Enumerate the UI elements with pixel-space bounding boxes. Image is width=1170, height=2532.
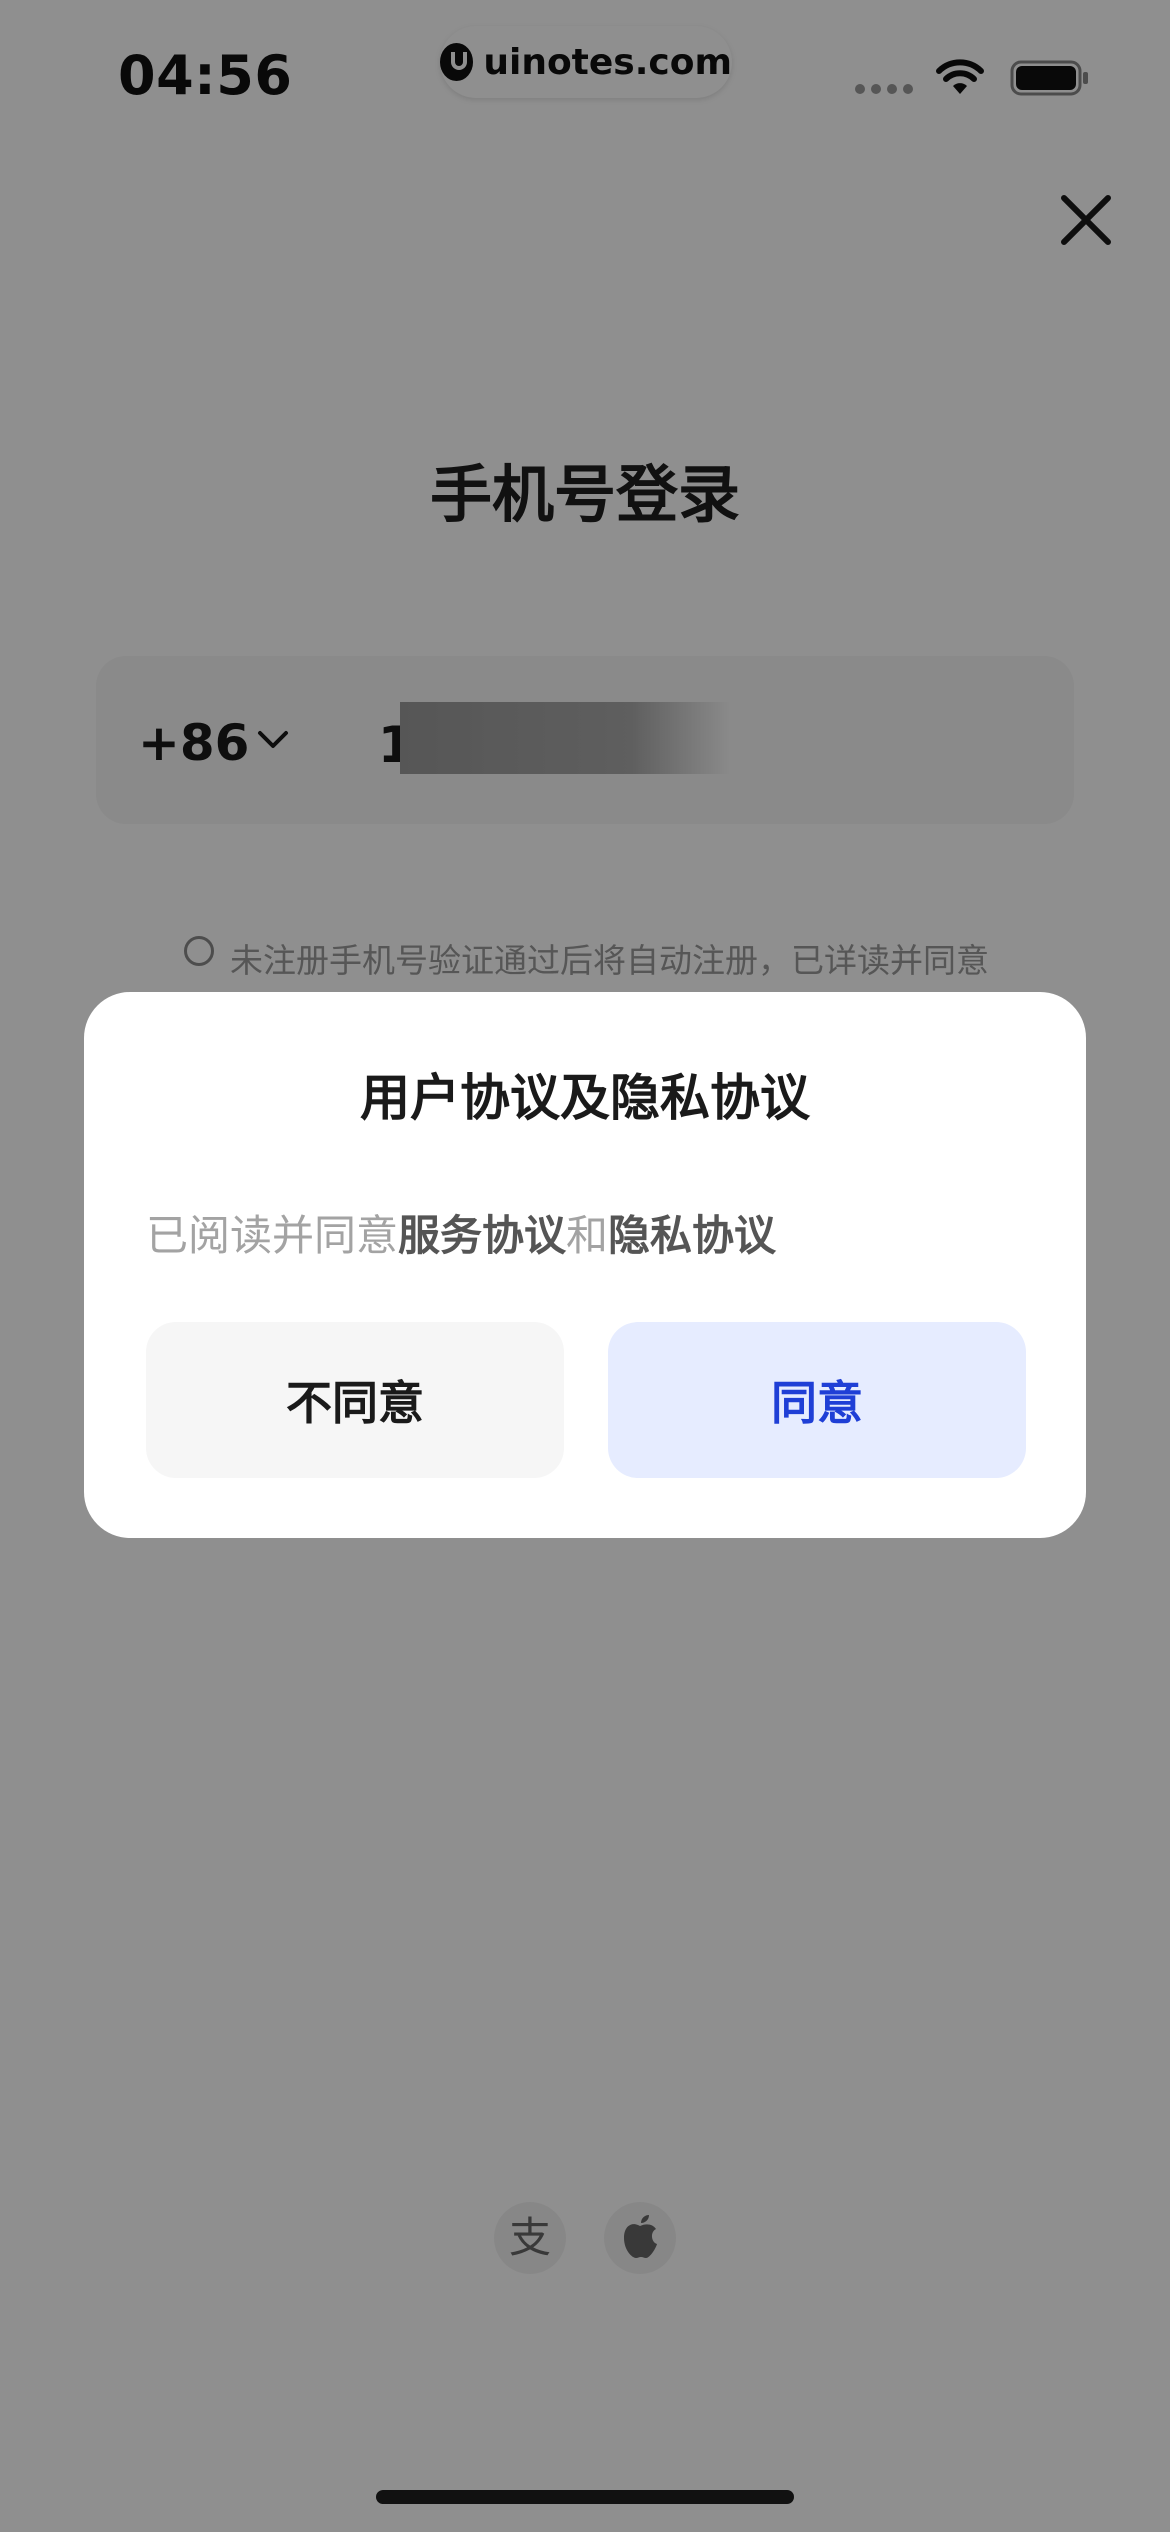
dialog-body: 已阅读并同意服务协议和隐私协议 bbox=[146, 1202, 776, 1263]
login-screen: 04:56 uinotes.com 手机号登录 +86 1 未注册手机号验证通过… bbox=[0, 0, 1170, 2532]
dialog-body-prefix: 已阅读并同意 bbox=[146, 1211, 399, 1260]
agreement-dialog: 用户协议及隐私协议 已阅读并同意服务协议和隐私协议 不同意 同意 bbox=[84, 992, 1086, 1538]
dialog-title: 用户协议及隐私协议 bbox=[360, 1069, 810, 1127]
dialog-body-and: 和 bbox=[566, 1211, 609, 1260]
privacy-agreement-link[interactable]: 隐私协议 bbox=[608, 1211, 776, 1260]
agree-button[interactable]: 同意 bbox=[608, 1322, 1026, 1478]
disagree-button[interactable]: 不同意 bbox=[146, 1322, 564, 1478]
home-indicator[interactable] bbox=[376, 2490, 794, 2504]
service-agreement-link[interactable]: 服务协议 bbox=[398, 1211, 566, 1260]
